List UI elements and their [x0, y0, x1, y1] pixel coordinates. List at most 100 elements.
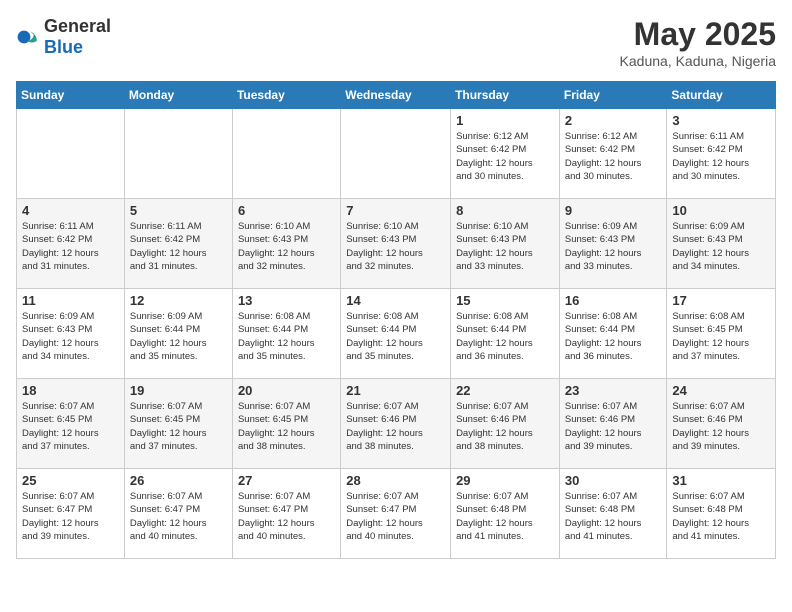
calendar-cell: 12Sunrise: 6:09 AMSunset: 6:44 PMDayligh…: [124, 289, 232, 379]
calendar-cell: 16 Sunrise: 6:08 AMSunset: 6:44 PMDayligh…: [559, 289, 667, 379]
day-of-week-header: Sunday: [17, 82, 125, 109]
calendar-cell: 31 Sunrise: 6:07 AMSunset: 6:48 PMDayligh…: [667, 469, 776, 559]
day-info: Sunrise: 6:07 AMSunset: 6:46 PMDaylight:…: [565, 400, 662, 453]
day-of-week-header: Monday: [124, 82, 232, 109]
day-number: 19: [130, 383, 227, 398]
day-number: 25: [22, 473, 119, 488]
calendar-cell: 13 Sunrise: 6:08 AMSunset: 6:44 PMDayligh…: [232, 289, 340, 379]
calendar-week-row: 25 Sunrise: 6:07 AMSunset: 6:47 PMDayligh…: [17, 469, 776, 559]
day-number: 1: [456, 113, 554, 128]
day-number: 2: [565, 113, 662, 128]
day-info: Sunrise: 6:09 AMSunset: 6:44 PMDaylight:…: [130, 310, 227, 363]
day-info: Sunrise: 6:12 AMSunset: 6:42 PMDaylight:…: [456, 130, 554, 183]
day-info: Sunrise: 6:07 AMSunset: 6:48 PMDaylight:…: [565, 490, 662, 543]
logo-blue: Blue: [44, 37, 83, 57]
calendar-header-row: SundayMondayTuesdayWednesdayThursdayFrid…: [17, 82, 776, 109]
day-number: 27: [238, 473, 335, 488]
calendar-table: SundayMondayTuesdayWednesdayThursdayFrid…: [16, 81, 776, 559]
calendar-cell: 1 Sunrise: 6:12 AMSunset: 6:42 PMDaylight…: [451, 109, 560, 199]
day-info: Sunrise: 6:07 AMSunset: 6:45 PMDaylight:…: [238, 400, 335, 453]
day-of-week-header: Wednesday: [341, 82, 451, 109]
day-info: Sunrise: 6:08 AMSunset: 6:44 PMDaylight:…: [346, 310, 445, 363]
calendar-cell: 19 Sunrise: 6:07 AMSunset: 6:45 PMDayligh…: [124, 379, 232, 469]
day-info: Sunrise: 6:12 AMSunset: 6:42 PMDaylight:…: [565, 130, 662, 183]
day-number: 10: [672, 203, 770, 218]
calendar-cell: 4Sunrise: 6:11 AMSunset: 6:42 PMDaylight…: [17, 199, 125, 289]
day-number: 14: [346, 293, 445, 308]
day-info: Sunrise: 6:09 AMSunset: 6:43 PMDaylight:…: [22, 310, 119, 363]
day-info: Sunrise: 6:08 AMSunset: 6:44 PMDaylight:…: [238, 310, 335, 363]
day-number: 31: [672, 473, 770, 488]
calendar-cell: 9Sunrise: 6:09 AMSunset: 6:43 PMDaylight…: [559, 199, 667, 289]
day-info: Sunrise: 6:09 AMSunset: 6:43 PMDaylight:…: [672, 220, 770, 273]
day-info: Sunrise: 6:07 AMSunset: 6:46 PMDaylight:…: [346, 400, 445, 453]
calendar-week-row: 4Sunrise: 6:11 AMSunset: 6:42 PMDaylight…: [17, 199, 776, 289]
day-number: 11: [22, 293, 119, 308]
calendar-cell: 8 Sunrise: 6:10 AMSunset: 6:43 PMDaylight…: [451, 199, 560, 289]
calendar-cell: [341, 109, 451, 199]
logo-general: General: [44, 16, 111, 36]
calendar-cell: 29 Sunrise: 6:07 AMSunset: 6:48 PMDayligh…: [451, 469, 560, 559]
month-year: May 2025: [620, 16, 776, 53]
calendar-cell: 3 Sunrise: 6:11 AMSunset: 6:42 PMDaylight…: [667, 109, 776, 199]
day-of-week-header: Friday: [559, 82, 667, 109]
calendar-cell: 25 Sunrise: 6:07 AMSunset: 6:47 PMDayligh…: [17, 469, 125, 559]
logo-icon: [16, 25, 40, 49]
day-of-week-header: Thursday: [451, 82, 560, 109]
day-info: Sunrise: 6:07 AMSunset: 6:47 PMDaylight:…: [130, 490, 227, 543]
day-info: Sunrise: 6:07 AMSunset: 6:45 PMDaylight:…: [130, 400, 227, 453]
calendar-cell: 10 Sunrise: 6:09 AMSunset: 6:43 PMDayligh…: [667, 199, 776, 289]
calendar-cell: 20 Sunrise: 6:07 AMSunset: 6:45 PMDayligh…: [232, 379, 340, 469]
calendar-cell: 15 Sunrise: 6:08 AMSunset: 6:44 PMDayligh…: [451, 289, 560, 379]
day-number: 16: [565, 293, 662, 308]
day-number: 18: [22, 383, 119, 398]
day-info: Sunrise: 6:07 AMSunset: 6:48 PMDaylight:…: [672, 490, 770, 543]
calendar-cell: 24Sunrise: 6:07 AMSunset: 6:46 PMDayligh…: [667, 379, 776, 469]
calendar-cell: [124, 109, 232, 199]
calendar-cell: [17, 109, 125, 199]
calendar-cell: 11 Sunrise: 6:09 AMSunset: 6:43 PMDayligh…: [17, 289, 125, 379]
day-number: 8: [456, 203, 554, 218]
calendar-cell: 27Sunrise: 6:07 AMSunset: 6:47 PMDayligh…: [232, 469, 340, 559]
calendar-week-row: 18 Sunrise: 6:07 AMSunset: 6:45 PMDayligh…: [17, 379, 776, 469]
day-info: Sunrise: 6:07 AMSunset: 6:46 PMDaylight:…: [672, 400, 770, 453]
day-number: 22: [456, 383, 554, 398]
day-number: 23: [565, 383, 662, 398]
day-info: Sunrise: 6:11 AMSunset: 6:42 PMDaylight:…: [672, 130, 770, 183]
calendar-cell: [232, 109, 340, 199]
calendar-cell: 2 Sunrise: 6:12 AMSunset: 6:42 PMDaylight…: [559, 109, 667, 199]
calendar-cell: 30 Sunrise: 6:07 AMSunset: 6:48 PMDayligh…: [559, 469, 667, 559]
calendar-cell: 6 Sunrise: 6:10 AMSunset: 6:43 PMDaylight…: [232, 199, 340, 289]
day-info: Sunrise: 6:09 AMSunset: 6:43 PMDaylight:…: [565, 220, 662, 273]
day-info: Sunrise: 6:07 AMSunset: 6:47 PMDaylight:…: [22, 490, 119, 543]
day-info: Sunrise: 6:07 AMSunset: 6:48 PMDaylight:…: [456, 490, 554, 543]
day-info: Sunrise: 6:10 AMSunset: 6:43 PMDaylight:…: [238, 220, 335, 273]
day-number: 30: [565, 473, 662, 488]
calendar-cell: 28Sunrise: 6:07 AMSunset: 6:47 PMDayligh…: [341, 469, 451, 559]
calendar-cell: 7Sunrise: 6:10 AMSunset: 6:43 PMDaylight…: [341, 199, 451, 289]
calendar-cell: 21 Sunrise: 6:07 AMSunset: 6:46 PMDayligh…: [341, 379, 451, 469]
page-header: General Blue May 2025 Kaduna, Kaduna, Ni…: [16, 16, 776, 69]
title-block: May 2025 Kaduna, Kaduna, Nigeria: [620, 16, 776, 69]
day-info: Sunrise: 6:08 AMSunset: 6:44 PMDaylight:…: [565, 310, 662, 363]
day-number: 3: [672, 113, 770, 128]
calendar-cell: 14 Sunrise: 6:08 AMSunset: 6:44 PMDayligh…: [341, 289, 451, 379]
day-number: 21: [346, 383, 445, 398]
day-of-week-header: Tuesday: [232, 82, 340, 109]
day-number: 15: [456, 293, 554, 308]
day-info: Sunrise: 6:10 AMSunset: 6:43 PMDaylight:…: [346, 220, 445, 273]
calendar-week-row: 1 Sunrise: 6:12 AMSunset: 6:42 PMDaylight…: [17, 109, 776, 199]
day-info: Sunrise: 6:08 AMSunset: 6:44 PMDaylight:…: [456, 310, 554, 363]
day-number: 17: [672, 293, 770, 308]
calendar-cell: 5Sunrise: 6:11 AMSunset: 6:42 PMDaylight…: [124, 199, 232, 289]
day-number: 20: [238, 383, 335, 398]
day-number: 13: [238, 293, 335, 308]
day-info: Sunrise: 6:10 AMSunset: 6:43 PMDaylight:…: [456, 220, 554, 273]
day-info: Sunrise: 6:08 AMSunset: 6:45 PMDaylight:…: [672, 310, 770, 363]
location: Kaduna, Kaduna, Nigeria: [620, 53, 776, 69]
day-number: 29: [456, 473, 554, 488]
day-number: 4: [22, 203, 119, 218]
logo-text: General Blue: [44, 16, 111, 58]
day-number: 6: [238, 203, 335, 218]
logo: General Blue: [16, 16, 111, 58]
